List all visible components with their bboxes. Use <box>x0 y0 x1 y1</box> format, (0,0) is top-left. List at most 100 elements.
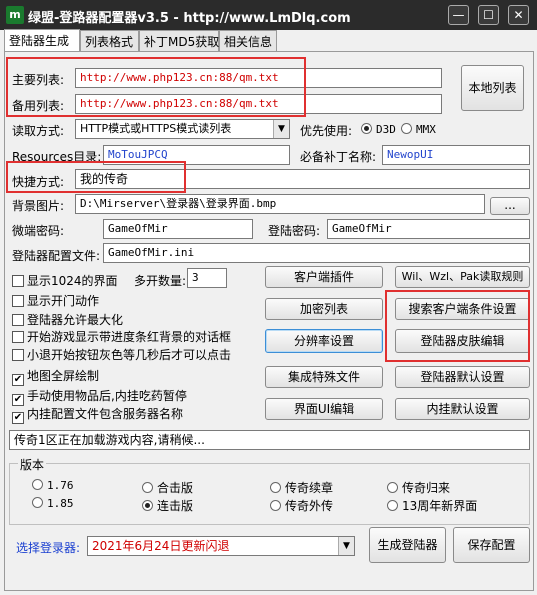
select-launcher-label: 选择登录器: <box>16 541 81 555</box>
checkbox-fullscreen-map[interactable]: ✔ 地图全屏绘制 <box>12 367 99 386</box>
app-icon: m <box>6 6 24 24</box>
version-radio-label: 合击版 <box>157 481 194 495</box>
tab-list-format[interactable]: 列表格式 <box>80 30 139 51</box>
multi-count-label: 多开数量: <box>134 274 187 288</box>
checkbox-progress-dialog[interactable]: 开始游戏显示带进度条红背景的对话框 <box>12 328 231 345</box>
config-file-input[interactable]: GameOfMir.ini <box>103 243 530 263</box>
tab-patch-md5[interactable]: 补丁MD5获取 <box>139 30 219 51</box>
version-radio-label: 连击版 <box>157 499 194 513</box>
priority-label: 优先使用: <box>300 124 353 138</box>
login-pwd-input[interactable]: GameOfMir <box>327 219 530 239</box>
highlight-buttons-box <box>385 290 530 362</box>
checkbox-icon <box>12 295 24 307</box>
radio-off-icon <box>270 482 281 493</box>
radio-off-icon <box>387 500 398 511</box>
checkbox-maximize[interactable]: 登陆器允许最大化 <box>12 311 123 328</box>
minimize-icon[interactable]: — <box>448 5 469 25</box>
maximize-icon[interactable]: ☐ <box>478 5 499 25</box>
micro-pwd-input[interactable]: GameOfMir <box>103 219 253 239</box>
read-mode-select[interactable]: HTTP模式或HTTPS模式读列表 ▼ <box>75 119 290 139</box>
tab-generator[interactable]: 登陆器生成 <box>4 29 80 51</box>
encrypt-list-button[interactable]: 加密列表 <box>265 298 383 320</box>
special-files-button[interactable]: 集成特殊文件 <box>265 366 383 388</box>
checkbox-1024[interactable]: 显示1024的界面 <box>12 272 118 289</box>
checkbox-checked-icon: ✔ <box>12 374 24 386</box>
checkbox-icon <box>12 331 24 343</box>
checkbox-server-name-label: 内挂配置文件包含服务器名称 <box>27 407 184 421</box>
dropdown-arrow-icon[interactable]: ▼ <box>273 120 289 138</box>
checkbox-server-name[interactable]: ✔ 内挂配置文件包含服务器名称 <box>12 405 183 424</box>
multi-count-input[interactable]: 3 <box>187 268 227 288</box>
checkbox-pause-potion[interactable]: ✔ 手动使用物品后,内挂吃药暂停 <box>12 387 187 406</box>
version-radio-label: 传奇归来 <box>402 481 451 495</box>
tab-about[interactable]: 相关信息 <box>219 30 277 51</box>
patch-label: 必备补丁名称: <box>300 150 377 164</box>
checkbox-fullscreen-map-label: 地图全屏绘制 <box>27 369 100 383</box>
version-radio-176[interactable]: 1.76 <box>32 479 74 492</box>
launcher-select[interactable]: 2021年6月24日更新闪退 ▼ <box>87 536 355 556</box>
default-settings-button[interactable]: 登陆器默认设置 <box>395 366 530 388</box>
version-radio-185[interactable]: 1.85 <box>32 497 74 510</box>
version-radio-lianji[interactable]: 连击版 <box>142 497 193 514</box>
checkbox-maximize-label: 登陆器允许最大化 <box>27 313 124 327</box>
version-radio-label: 13周年新界面 <box>402 499 478 513</box>
radio-off-icon <box>387 482 398 493</box>
radio-off-icon <box>270 500 281 511</box>
read-mode-value: HTTP模式或HTTPS模式读列表 <box>80 122 232 135</box>
checkbox-icon <box>12 349 24 361</box>
radio-d3d[interactable]: D3D <box>361 123 396 136</box>
login-pwd-label: 登陆密码: <box>268 224 321 238</box>
ui-edit-button[interactable]: 界面UI编辑 <box>265 398 383 420</box>
radio-on-icon <box>142 500 153 511</box>
browse-button[interactable]: ... <box>490 197 530 215</box>
version-radio-heji[interactable]: 合击版 <box>142 479 193 496</box>
highlight-shortcut-box <box>6 161 186 193</box>
checkbox-progress-dialog-label: 开始游戏显示带进度条红背景的对话框 <box>27 330 232 344</box>
version-radio-label: 传奇外传 <box>285 499 334 513</box>
generate-launcher-button[interactable]: 生成登陆器 <box>369 527 446 563</box>
checkbox-1024-label: 显示1024的界面 <box>27 274 118 288</box>
window-title: 绿盟-登路器配置器v3.5 - http://www.LmDlq.com <box>28 11 351 26</box>
version-radio-13th[interactable]: 13周年新界面 <box>387 497 477 514</box>
checkbox-door-label: 显示开门动作 <box>27 294 100 308</box>
patch-input[interactable]: NewopUI <box>382 145 530 165</box>
dropdown-arrow-icon[interactable]: ▼ <box>338 537 354 555</box>
launcher-select-value: 2021年6月24日更新闪退 <box>92 539 230 553</box>
wil-rule-button[interactable]: Wil、Wzl、Pak读取规则 <box>395 266 530 288</box>
checkbox-icon <box>12 275 24 287</box>
checkbox-pause-potion-label: 手动使用物品后,内挂吃药暂停 <box>27 389 187 403</box>
radio-mmx[interactable]: MMX <box>401 123 436 136</box>
version-radio-label: 传奇续章 <box>285 481 334 495</box>
checkbox-door[interactable]: 显示开门动作 <box>12 292 99 309</box>
version-radio-label: 1.76 <box>47 479 74 492</box>
micro-pwd-label: 微端密码: <box>12 224 65 238</box>
version-radio-waizhuan[interactable]: 传奇外传 <box>270 497 333 514</box>
status-input[interactable]: 传奇1区正在加载游戏内容,请稍候... <box>9 430 530 450</box>
version-group-title: 版本 <box>18 456 47 473</box>
version-radio-guilai[interactable]: 传奇归来 <box>387 479 450 496</box>
radio-off-icon <box>32 497 43 508</box>
checkbox-icon <box>12 314 24 326</box>
local-list-button[interactable]: 本地列表 <box>461 65 524 111</box>
radio-on-icon <box>361 123 372 134</box>
version-radio-xuzhang[interactable]: 传奇续章 <box>270 479 333 496</box>
title-bar: m 绿盟-登路器配置器v3.5 - http://www.LmDlq.com —… <box>0 0 537 30</box>
radio-d3d-label: D3D <box>376 123 396 136</box>
checkbox-grey-start-label: 小退开始按钮灰色等几秒后才可以点击 <box>27 348 232 362</box>
radio-off-icon <box>401 123 412 134</box>
config-file-label: 登陆器配置文件: <box>12 249 101 263</box>
close-icon[interactable]: ✕ <box>508 5 529 25</box>
client-plugin-button[interactable]: 客户端插件 <box>265 266 383 288</box>
bg-image-label: 背景图片: <box>12 199 65 213</box>
save-config-button[interactable]: 保存配置 <box>453 527 530 563</box>
radio-off-icon <box>142 482 153 493</box>
version-radio-label: 1.85 <box>47 497 74 510</box>
bg-image-input[interactable]: D:\Mirserver\登录器\登录界面.bmp <box>75 194 485 214</box>
resolution-button[interactable]: 分辨率设置 <box>265 329 383 353</box>
plugin-default-button[interactable]: 内挂默认设置 <box>395 398 530 420</box>
read-mode-label: 读取方式: <box>12 124 65 138</box>
radio-off-icon <box>32 479 43 490</box>
radio-mmx-label: MMX <box>416 123 436 136</box>
checkbox-grey-start[interactable]: 小退开始按钮灰色等几秒后才可以点击 <box>12 346 231 363</box>
checkbox-checked-icon: ✔ <box>12 412 24 424</box>
